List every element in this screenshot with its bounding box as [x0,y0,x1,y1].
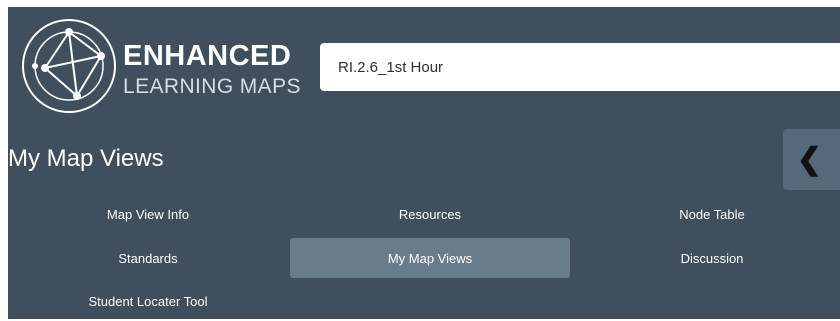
map-view-title-input[interactable] [320,43,840,91]
tab-student-locater-tool[interactable]: Student Locater Tool [8,281,288,321]
tab-standards[interactable]: Standards [8,238,288,278]
section-title: My Map Views [8,145,164,172]
chevron-left-icon: ❮ [796,142,823,176]
panel-header: ENHANCED LEARNING MAPS [8,7,840,129]
tab-map-view-info[interactable]: Map View Info [8,194,288,234]
tab-label: Map View Info [106,206,190,222]
tab-label: Resources [398,206,462,222]
brand-name-bottom: LEARNING MAPS [123,75,301,98]
network-circle-logo-icon [22,19,116,113]
enhanced-learning-maps-logo[interactable]: ENHANCED LEARNING MAPS [19,16,301,116]
tab-discussion[interactable]: Discussion [572,238,840,278]
tab-label: Node Table [679,206,745,222]
tab-label: Standards [118,250,178,266]
collapse-panel-button[interactable]: ❮ [783,129,840,190]
side-panel: ENHANCED LEARNING MAPS My Map Views ❮ Ma… [8,7,840,319]
tab-node-table[interactable]: Node Table [572,194,840,234]
tab-resources[interactable]: Resources [290,194,570,234]
tab-my-map-views[interactable]: My Map Views [290,238,570,278]
tab-label: Discussion [680,250,744,266]
tab-label: Student Locater Tool [88,293,208,309]
brand-name-top: ENHANCED [123,40,292,72]
tab-label: My Map Views [387,250,473,266]
